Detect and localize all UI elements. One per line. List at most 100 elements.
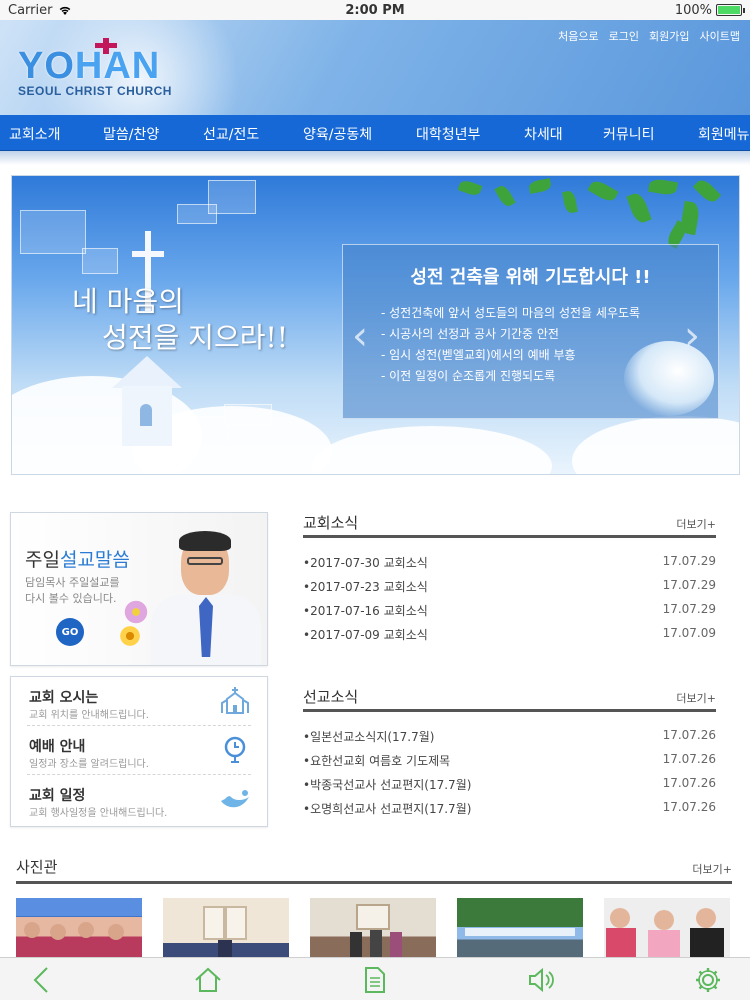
decor-glass [224, 404, 272, 426]
gallery-title: 사진관 [16, 858, 58, 876]
banner-box-title: 성전 건축을 위해 기도합시다 !! [410, 267, 651, 288]
gallery-thumb[interactable] [163, 898, 289, 962]
dove-icon [221, 790, 249, 808]
cloud [312, 426, 552, 474]
nav-item-nurture[interactable]: 양육/공동체 [303, 124, 372, 144]
mission-news-header: 선교소식 더보기+ [303, 686, 716, 712]
link-sitemap[interactable]: 사이트맵 [700, 28, 740, 44]
nav-item-community[interactable]: 커뮤니티 [603, 124, 655, 144]
banner-box-item: - 성전건축에 앞서 성도들의 마음의 성전을 세우도록 [381, 306, 641, 320]
mission-news-title: 선교소식 [303, 688, 359, 706]
battery-percent: 100% [674, 2, 712, 18]
site-logo[interactable]: YOHAN SEOUL CHRIST CHURCH [18, 38, 178, 106]
gallery-thumb[interactable] [16, 898, 142, 962]
info-card: 교회 오시는 교회 위치를 안내해드립니다. 예배 안내 일정과 장소를 알려드… [10, 676, 268, 827]
nav-item-about[interactable]: 교회소개 [9, 124, 61, 144]
nav-item-member[interactable]: 회원메뉴 [698, 124, 750, 144]
home-button[interactable] [192, 964, 224, 996]
nav-item-nextgen[interactable]: 차세대 [524, 124, 563, 144]
list-item-text: •일본선교소식지(17.7월) [303, 730, 435, 744]
banner-next-icon[interactable]: › [684, 316, 700, 356]
list-item-text: •2017-07-30 교회소식 [303, 556, 428, 570]
status-bar: Carrier 2:00 PM 100% [0, 0, 750, 20]
app-root: Carrier 2:00 PM 100% YOHAN SEOUL CHRIST … [0, 0, 750, 1000]
photo-gallery-section: 사진관 더보기+ [16, 856, 732, 962]
info-item-worship[interactable]: 예배 안내 일정과 장소를 알려드립니다. [27, 726, 251, 775]
sermon-title: 주일설교말씀 [25, 545, 130, 572]
gallery-thumb[interactable] [604, 898, 730, 962]
clock-icon [224, 736, 246, 763]
list-item[interactable]: •2017-07-16 교회소식 17.07.29 [303, 598, 716, 622]
list-item[interactable]: •2017-07-09 교회소식 17.07.09 [303, 622, 716, 646]
info-item-title: 교회 일정 [29, 788, 86, 804]
banner-title-line1: 네 마음의 [72, 285, 184, 318]
info-item-title: 교회 오시는 [29, 690, 99, 706]
hero-banner[interactable]: 네 마음의 성전을 지으라!! 성전 건축을 위해 기도합시다 !! - 성전건… [11, 175, 740, 475]
sermon-title-b: 설교말씀 [59, 549, 130, 571]
status-time: 2:00 PM [345, 2, 405, 18]
mission-news-more-link[interactable]: 더보기+ [676, 690, 716, 706]
list-item-text: •2017-07-09 교회소식 [303, 628, 428, 642]
gear-icon [696, 968, 720, 992]
list-item[interactable]: •일본선교소식지(17.7월) 17.07.26 [303, 724, 716, 748]
top-links: 처음으로 로그인 회원가입 사이트맵 [558, 28, 740, 44]
status-left: Carrier [8, 3, 72, 18]
link-login[interactable]: 로그인 [609, 28, 639, 44]
logo-subtitle: SEOUL CHRIST CHURCH [18, 84, 172, 98]
wifi-icon [60, 6, 71, 15]
gallery-thumb[interactable] [310, 898, 436, 962]
list-item[interactable]: •오명희선교사 선교편지(17.7월) 17.07.26 [303, 796, 716, 820]
info-item-subtitle: 교회 위치를 안내해드립니다. [29, 710, 149, 721]
info-item-subtitle: 교회 행사일정을 안내해드립니다. [29, 808, 168, 819]
link-home[interactable]: 처음으로 [558, 28, 598, 44]
list-item-date: 17.07.29 [662, 578, 716, 592]
info-item-title: 예배 안내 [29, 739, 86, 755]
banner-box-item: - 시공사의 선정과 공사 기간중 안전 [381, 327, 559, 341]
list-item-text: •2017-07-23 교회소식 [303, 580, 428, 594]
list-item-date: 17.07.29 [662, 554, 716, 568]
flower-decoration [119, 625, 141, 647]
document-icon [365, 967, 385, 993]
gallery-more-link[interactable]: 더보기+ [692, 861, 732, 877]
cloud [572, 416, 739, 474]
church-news-title: 교회소식 [303, 514, 359, 532]
nav-item-sermon[interactable]: 말씀/찬양 [103, 124, 159, 144]
nav-item-youth[interactable]: 대학청년부 [416, 124, 480, 144]
home-icon [195, 967, 221, 992]
logo-text-b: HAN [74, 45, 161, 87]
sermon-go-button[interactable]: GO [56, 618, 84, 646]
list-item-date: 17.07.26 [662, 752, 716, 766]
nav-shadow [0, 151, 750, 165]
bottom-toolbar [0, 957, 750, 1000]
church-news-header: 교회소식 더보기+ [303, 512, 716, 538]
list-item[interactable]: •박종국선교사 선교편지(17.7월) 17.07.26 [303, 772, 716, 796]
list-item-date: 17.07.26 [662, 776, 716, 790]
link-signup[interactable]: 회원가입 [649, 28, 689, 44]
info-item-directions[interactable]: 교회 오시는 교회 위치를 안내해드립니다. [27, 677, 251, 726]
list-item-text: •2017-07-16 교회소식 [303, 604, 428, 618]
gallery-thumb[interactable] [457, 898, 583, 962]
list-item[interactable]: •요한선교회 여름호 기도제목 17.07.26 [303, 748, 716, 772]
church-news-section: 교회소식 더보기+ •2017-07-30 교회소식 17.07.29 •2017… [303, 512, 716, 646]
back-button[interactable] [26, 964, 58, 996]
mission-news-section: 선교소식 더보기+ •일본선교소식지(17.7월) 17.07.26 •요한선교회… [303, 686, 716, 820]
nav-item-mission[interactable]: 선교/전도 [203, 124, 259, 144]
banner-title-line2: 성전을 지으라!! [102, 321, 288, 354]
carrier-label: Carrier [8, 2, 53, 18]
logo-cross-icon [95, 38, 117, 54]
banner-prev-icon[interactable]: ‹ [352, 316, 368, 356]
speaker-icon [529, 967, 554, 993]
document-button[interactable] [359, 964, 391, 996]
sound-button[interactable] [525, 964, 557, 996]
main-nav: 교회소개 말씀/찬양 선교/전도 양육/공동체 대학청년부 차세대 커뮤니티 회… [0, 115, 750, 151]
site-header: YOHAN SEOUL CHRIST CHURCH 처음으로 로그인 회원가입 … [0, 20, 750, 115]
list-item[interactable]: •2017-07-23 교회소식 17.07.29 [303, 574, 716, 598]
settings-button[interactable] [692, 964, 724, 996]
sermon-card[interactable]: 주일설교말씀 담임목사 주일설교를 다시 볼수 있습니다. GO [10, 512, 268, 666]
info-item-schedule[interactable]: 교회 일정 교회 행사일정을 안내해드립니다. [27, 775, 251, 824]
banner-title: 네 마음의 성전을 지으라!! [72, 284, 288, 356]
list-item-text: •박종국선교사 선교편지(17.7월) [303, 778, 472, 792]
list-item[interactable]: •2017-07-30 교회소식 17.07.29 [303, 550, 716, 574]
decor-glass [208, 180, 256, 214]
church-news-more-link[interactable]: 더보기+ [676, 516, 716, 532]
